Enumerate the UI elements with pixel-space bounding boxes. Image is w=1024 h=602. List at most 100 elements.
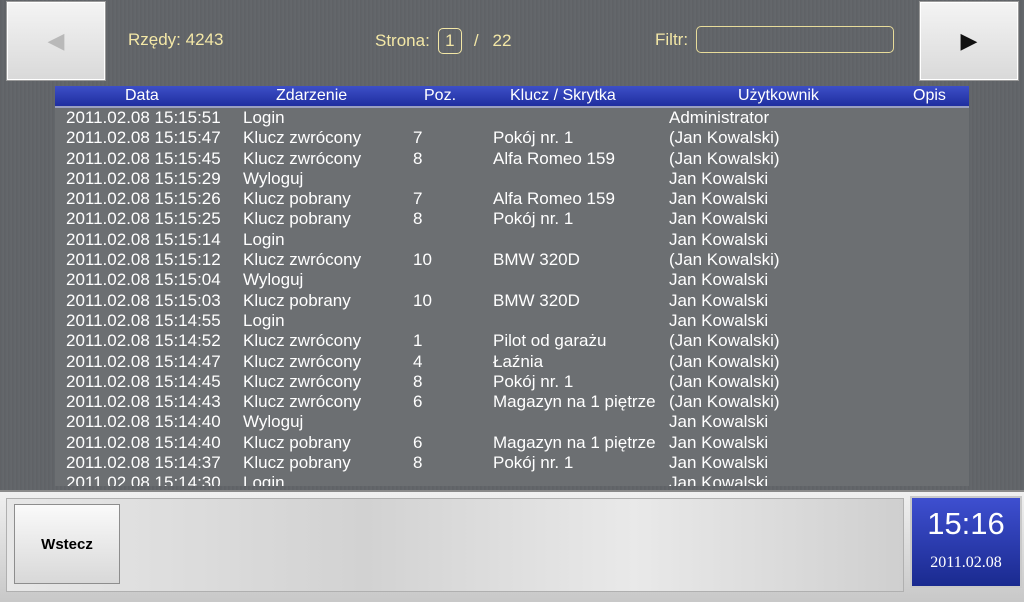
cell-date: 2011.02.08 15:15:47 <box>66 128 221 148</box>
cell-key: Pokój nr. 1 <box>493 209 574 229</box>
cell-date: 2011.02.08 15:14:40 <box>66 412 221 432</box>
cell-date: 2011.02.08 15:14:45 <box>66 371 221 391</box>
cell-event: Login <box>243 229 285 249</box>
cell-key: Alfa Romeo 159 <box>493 189 615 209</box>
table-row[interactable]: 2011.02.08 15:15:51 Login Administrator <box>55 108 969 128</box>
cell-event: Klucz zwrócony <box>243 148 362 168</box>
cell-event: Wyloguj <box>243 270 304 290</box>
cell-position: 7 <box>413 189 423 209</box>
cell-key: Pokój nr. 1 <box>493 371 574 391</box>
cell-key: Pokój nr. 1 <box>493 453 574 473</box>
back-button[interactable]: Wstecz <box>14 504 120 584</box>
clock-time: 15:16 <box>927 506 1005 541</box>
table-row[interactable]: 2011.02.08 15:14:45 Klucz zwrócony 8 Pokój … <box>55 372 969 392</box>
bottom-panel <box>6 498 904 592</box>
cell-date: 2011.02.08 15:14:47 <box>66 351 221 371</box>
table-row[interactable]: 2011.02.08 15:14:40 Wyloguj Jan Kowalski <box>55 412 969 432</box>
cell-date: 2011.02.08 15:15:51 <box>66 108 221 127</box>
cell-key: Magazyn na 1 piętrze <box>493 432 656 452</box>
table-row[interactable]: 2011.02.08 15:15:29 Wyloguj Jan Kowalski <box>55 169 969 189</box>
cell-user: (Jan Kowalski) <box>669 148 780 168</box>
cell-position: 8 <box>413 148 423 168</box>
table-row[interactable]: 2011.02.08 15:14:30 Login Jan Kowalski <box>55 473 969 486</box>
cell-user: Jan Kowalski <box>669 290 769 310</box>
cell-event: Klucz zwrócony <box>243 392 362 412</box>
cell-key: Alfa Romeo 159 <box>493 148 615 168</box>
table-row[interactable]: 2011.02.08 15:15:14 Login Jan Kowalski <box>55 230 969 250</box>
cell-user: (Jan Kowalski) <box>669 351 780 371</box>
arrow-left-icon: ◀ <box>47 28 65 53</box>
column-header-description[interactable]: Opis <box>913 87 946 105</box>
column-header-event[interactable]: Zdarzenie <box>276 87 347 105</box>
cell-user: Jan Kowalski <box>669 270 769 290</box>
cell-date: 2011.02.08 15:14:55 <box>66 310 221 330</box>
table-row[interactable]: 2011.02.08 15:15:04 Wyloguj Jan Kowalski <box>55 270 969 290</box>
table-row[interactable]: 2011.02.08 15:15:12 Klucz zwrócony 10 BMW 3… <box>55 250 969 270</box>
cell-event: Login <box>243 473 285 486</box>
cell-user: (Jan Kowalski) <box>669 392 780 412</box>
column-header-key[interactable]: Klucz / Skrytka <box>510 87 616 105</box>
table-row[interactable]: 2011.02.08 15:14:40 Klucz pobrany 6 Magazyn… <box>55 433 969 453</box>
cell-key: Łaźnia <box>493 351 544 371</box>
page-indicator: Strona: 1 / 22 <box>375 28 511 54</box>
event-log-table: Data Zdarzenie Poz. Klucz / Skrytka Użyt… <box>55 86 969 486</box>
table-row[interactable]: 2011.02.08 15:14:52 Klucz zwrócony 1 Pilot … <box>55 331 969 351</box>
cell-user: (Jan Kowalski) <box>669 128 780 148</box>
cell-event: Wyloguj <box>243 168 304 188</box>
cell-position: 8 <box>413 371 423 391</box>
cell-user: Jan Kowalski <box>669 229 769 249</box>
table-row[interactable]: 2011.02.08 15:14:47 Klucz zwrócony 4 Łaźnia… <box>55 352 969 372</box>
cell-user: Jan Kowalski <box>669 412 769 432</box>
cell-user: (Jan Kowalski) <box>669 331 780 351</box>
column-header-date[interactable]: Data <box>125 87 159 105</box>
column-header-user[interactable]: Użytkownik <box>738 87 819 105</box>
cell-position: 7 <box>413 128 423 148</box>
table-row[interactable]: 2011.02.08 15:14:37 Klucz pobrany 8 Pokój n… <box>55 453 969 473</box>
cell-event: Klucz pobrany <box>243 189 351 209</box>
cell-event: Login <box>243 310 285 330</box>
table-row[interactable]: 2011.02.08 15:15:03 Klucz pobrany 10 BMW 32… <box>55 291 969 311</box>
cell-key: Pilot od garażu <box>493 331 607 351</box>
cell-user: Jan Kowalski <box>669 168 769 188</box>
table-row[interactable]: 2011.02.08 15:15:25 Klucz pobrany 8 Pokój n… <box>55 209 969 229</box>
cell-position: 8 <box>413 453 423 473</box>
cell-event: Wyloguj <box>243 412 304 432</box>
next-page-button[interactable]: ▶ <box>919 1 1019 81</box>
table-row[interactable]: 2011.02.08 15:14:55 Login Jan Kowalski <box>55 311 969 331</box>
table-body: 2011.02.08 15:15:51 Login Administrator 201… <box>55 108 969 486</box>
cell-key: Magazyn na 1 piętrze <box>493 392 656 412</box>
table-row[interactable]: 2011.02.08 15:15:45 Klucz zwrócony 8 Alfa R… <box>55 149 969 169</box>
table-row[interactable]: 2011.02.08 15:15:26 Klucz pobrany 7 Alfa Ro… <box>55 189 969 209</box>
cell-date: 2011.02.08 15:14:30 <box>66 473 221 486</box>
cell-user: Jan Kowalski <box>669 209 769 229</box>
clock-date: 2011.02.08 <box>930 554 1002 571</box>
cell-date: 2011.02.08 15:15:04 <box>66 270 221 290</box>
table-row[interactable]: 2011.02.08 15:14:43 Klucz zwrócony 6 Magazy… <box>55 392 969 412</box>
clock: 15:16 2011.02.08 <box>910 496 1022 588</box>
cell-user: (Jan Kowalski) <box>669 371 780 391</box>
column-header-position[interactable]: Poz. <box>424 87 456 105</box>
cell-event: Klucz zwrócony <box>243 351 362 371</box>
table-row[interactable]: 2011.02.08 15:15:47 Klucz zwrócony 7 Pokój … <box>55 128 969 148</box>
cell-event: Klucz zwrócony <box>243 128 362 148</box>
cell-date: 2011.02.08 15:14:37 <box>66 453 221 473</box>
current-page-field[interactable]: 1 <box>437 28 462 54</box>
cell-date: 2011.02.08 15:15:14 <box>66 229 221 249</box>
previous-page-button[interactable]: ◀ <box>6 1 106 81</box>
cell-position: 6 <box>413 392 423 412</box>
cell-user: Administrator <box>669 108 770 127</box>
rows-count: Rzędy: 4243 <box>128 30 224 49</box>
filter-input[interactable] <box>696 26 894 53</box>
cell-event: Login <box>243 108 285 127</box>
cell-key: BMW 320D <box>493 290 580 310</box>
cell-user: Jan Kowalski <box>669 453 769 473</box>
cell-user: Jan Kowalski <box>669 310 769 330</box>
cell-position: 4 <box>413 351 423 371</box>
cell-key: BMW 320D <box>493 250 580 270</box>
page-separator: / <box>473 31 479 50</box>
table-header: Data Zdarzenie Poz. Klucz / Skrytka Użyt… <box>55 86 969 108</box>
cell-event: Klucz zwrócony <box>243 250 362 270</box>
cell-event: Klucz pobrany <box>243 453 351 473</box>
cell-user: Jan Kowalski <box>669 473 769 486</box>
page-total: 22 <box>492 31 512 50</box>
